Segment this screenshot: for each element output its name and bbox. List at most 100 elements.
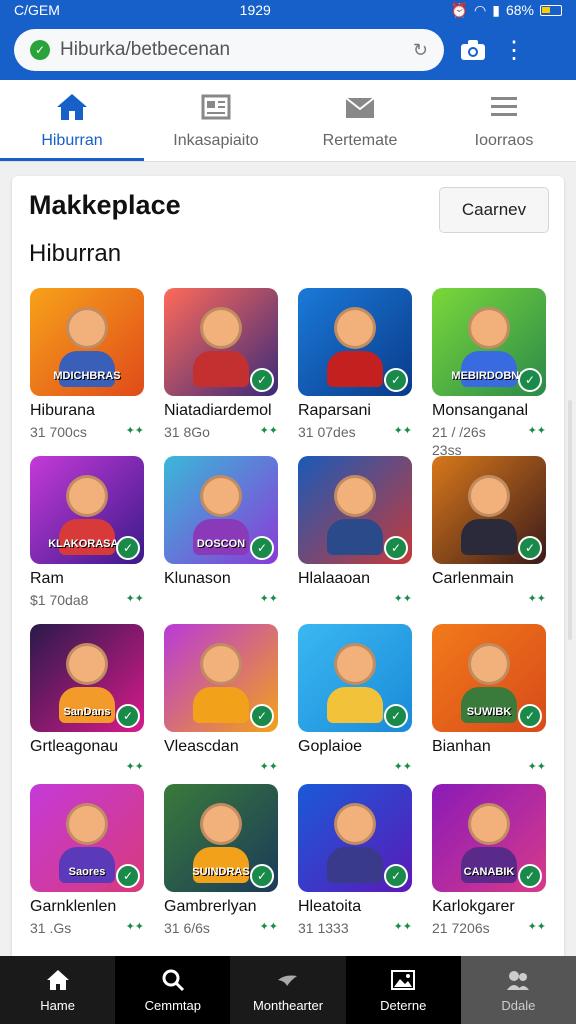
bird-icon xyxy=(278,975,297,986)
alarm-icon: ⏰ xyxy=(450,1,469,18)
app-tile[interactable]: DOSCON ✓ Klunason ✦✦ xyxy=(164,456,278,624)
download-badge-icon[interactable]: ✓ xyxy=(116,704,140,728)
app-tile[interactable]: CANABIK ✓ Karlokgarer 21 7206s ✦✦ xyxy=(432,784,546,944)
app-icon[interactable]: KLAKORASAS ✓ xyxy=(30,456,144,564)
bottom-nav: Hame Cemmtap Monthearter Deterne Ddale xyxy=(0,956,576,1024)
nav-label: Hame xyxy=(40,997,75,1013)
nav-search[interactable]: Cemmtap xyxy=(115,956,231,1024)
search-icon xyxy=(162,969,184,991)
nav-label: Monthearter xyxy=(252,997,324,1013)
app-name: Hiburana xyxy=(30,402,95,419)
character-body xyxy=(327,846,383,883)
character-head xyxy=(66,475,108,518)
wifi-icon: ◠ xyxy=(474,1,487,18)
app-meta: ✦✦ xyxy=(432,760,546,773)
battery-icon xyxy=(539,4,562,16)
app-tile[interactable]: ✓ Carlenmain ✦✦ xyxy=(432,456,546,624)
app-tile[interactable]: ✓ Raparsani 31 07des ✦✦ xyxy=(298,288,412,456)
download-badge-icon[interactable]: ✓ xyxy=(116,536,140,560)
app-downloads: 21 / /26s xyxy=(432,424,486,440)
app-name: Karlokgarer xyxy=(432,898,515,915)
app-tile[interactable]: SUINDRAS ✓ Gambrerlyan 31 6/6s ✦✦ xyxy=(164,784,278,944)
refresh-icon[interactable]: ↻ xyxy=(413,40,428,61)
app-grid: MDICHBRAS Hiburana 31 700cs ✦✦ ✓ Niatadiardem… xyxy=(30,288,548,944)
app-meta: ✦✦ xyxy=(164,592,278,605)
app-name: Niatadiardemol xyxy=(164,402,272,419)
app-icon[interactable]: MEBIRDOBNS ✓ xyxy=(432,288,546,396)
nav-label: Ddale xyxy=(501,997,536,1013)
app-icon[interactable]: ✓ xyxy=(298,288,412,396)
app-tile[interactable]: KLAKORASAS ✓ Ram $1 70da8 ✦✦ xyxy=(30,456,144,624)
tab-inkasapiaito[interactable]: Inkasapiaito xyxy=(144,80,288,161)
scrollbar[interactable] xyxy=(568,400,572,640)
card-action-button[interactable]: Caarnev xyxy=(439,187,549,233)
app-meta: 31 07des ✦✦ xyxy=(298,424,412,440)
nav-label: Cemmtap xyxy=(144,997,201,1013)
download-badge-icon[interactable]: ✓ xyxy=(384,536,408,560)
rating-icon: ✦✦ xyxy=(527,593,546,605)
download-badge-icon[interactable]: ✓ xyxy=(250,536,274,560)
clock: 1929 xyxy=(239,2,271,18)
download-badge-icon[interactable]: ✓ xyxy=(384,368,408,392)
app-tile[interactable]: ✓ Niatadiardemol 31 8Go ✦✦ xyxy=(164,288,278,456)
app-icon[interactable]: MDICHBRAS xyxy=(30,288,144,396)
url-field[interactable]: ✓ Hiburka/betbecenan ↻ xyxy=(14,29,444,71)
nav-profile[interactable]: Ddale xyxy=(460,956,576,1024)
app-tile[interactable]: ✓ Goplaioe ✦✦ xyxy=(298,624,412,784)
download-badge-icon[interactable]: ✓ xyxy=(518,536,542,560)
app-meta: ✦✦ xyxy=(164,760,278,773)
app-icon[interactable]: DOSCON ✓ xyxy=(164,456,278,564)
app-icon[interactable]: SUWIBK ✓ xyxy=(432,624,546,732)
character-body xyxy=(327,518,383,555)
character-body xyxy=(327,686,383,723)
app-tile[interactable]: ✓ Hlalaaoan ✦✦ xyxy=(298,456,412,624)
nav-deterne[interactable]: Deterne xyxy=(345,956,461,1024)
nav-monthearter[interactable]: Monthearter xyxy=(230,956,345,1024)
app-name: Grtleagonau xyxy=(30,738,119,755)
download-badge-icon[interactable]: ✓ xyxy=(518,864,542,888)
signal-icon: ▮ xyxy=(492,1,500,18)
app-tile[interactable]: MDICHBRAS Hiburana 31 700cs ✦✦ xyxy=(30,288,144,456)
app-icon[interactable]: CANABIK ✓ xyxy=(432,784,546,892)
app-icon[interactable]: ✓ xyxy=(298,784,412,892)
tab-rertemate[interactable]: Rertemate xyxy=(288,80,432,161)
app-tile[interactable]: MEBIRDOBNS ✓ Monsanganal 21 / /26s ✦✦ 23ss xyxy=(432,288,546,458)
app-icon[interactable]: SUINDRAS ✓ xyxy=(164,784,278,892)
character-head xyxy=(334,307,376,350)
overflow-menu-icon[interactable]: ⋮ xyxy=(502,36,526,65)
download-badge-icon[interactable]: ✓ xyxy=(116,864,140,888)
app-icon[interactable]: ✓ xyxy=(432,456,546,564)
app-tile[interactable]: Saores ✓ Garnklenlen 31 .Gs ✦✦ xyxy=(30,784,144,944)
camera-icon[interactable] xyxy=(458,35,488,65)
rating-icon: ✦✦ xyxy=(527,425,546,437)
download-badge-icon[interactable]: ✓ xyxy=(384,864,408,888)
rating-icon: ✦✦ xyxy=(125,761,144,773)
character-head xyxy=(468,475,510,518)
app-icon[interactable]: ✓ xyxy=(298,456,412,564)
app-icon[interactable]: ✓ xyxy=(298,624,412,732)
app-banner: MDICHBRAS xyxy=(53,370,121,382)
app-icon[interactable]: Saores ✓ xyxy=(30,784,144,892)
app-tile[interactable]: SUWIBK ✓ Bianhan ✦✦ xyxy=(432,624,546,784)
app-icon[interactable]: ✓ xyxy=(164,624,278,732)
app-downloads: 31 1333 xyxy=(298,920,349,936)
app-icon[interactable]: SanDans ✓ xyxy=(30,624,144,732)
app-tile[interactable]: SanDans ✓ Grtleagonau ✦✦ xyxy=(30,624,144,784)
tab-hiburran[interactable]: Hiburran xyxy=(0,80,144,161)
app-tile[interactable]: ✓ Hleatoita 31 1333 ✦✦ xyxy=(298,784,412,944)
character-head xyxy=(200,307,242,350)
download-badge-icon[interactable]: ✓ xyxy=(250,368,274,392)
app-tile[interactable]: ✓ Vleascdan ✦✦ xyxy=(164,624,278,784)
url-text[interactable]: Hiburka/betbecenan xyxy=(60,39,403,61)
download-badge-icon[interactable]: ✓ xyxy=(384,704,408,728)
download-badge-icon[interactable]: ✓ xyxy=(518,704,542,728)
tab-label: Hiburran xyxy=(41,131,103,149)
download-badge-icon[interactable]: ✓ xyxy=(250,704,274,728)
profile-icon xyxy=(507,970,530,990)
app-name: Klunason xyxy=(164,570,231,587)
download-badge-icon[interactable]: ✓ xyxy=(250,864,274,888)
app-icon[interactable]: ✓ xyxy=(164,288,278,396)
download-badge-icon[interactable]: ✓ xyxy=(518,368,542,392)
tab-ioorraos[interactable]: Ioorraos xyxy=(432,80,576,161)
nav-home[interactable]: Hame xyxy=(0,956,115,1024)
